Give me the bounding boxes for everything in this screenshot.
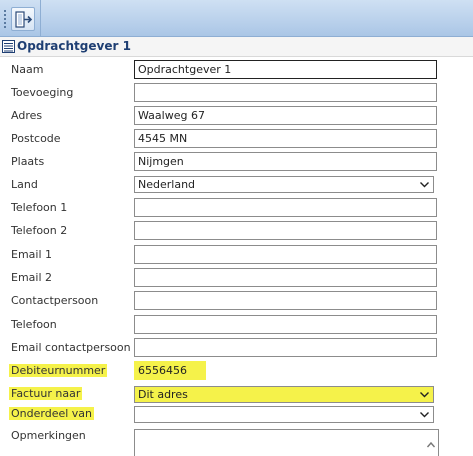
debiteurnummer-label: Debiteurnummer [9,364,108,377]
plaats-input[interactable]: Nijmgen [134,152,437,171]
adres-input[interactable]: Waalweg 67 [134,106,437,125]
page-title: Opdrachtgever 1 [17,39,131,53]
plaats-label: Plaats [11,155,45,168]
telefoon1-input[interactable] [134,198,437,217]
email1-label: Email 1 [11,248,53,261]
chevron-down-icon [420,392,429,398]
form-header: Opdrachtgever 1 [0,37,473,57]
form: Naam Opdrachtgever 1 Toevoeging Adres Wa… [0,57,473,456]
land-select[interactable]: Nederland [134,176,434,193]
email-contactpersoon-label: Email contactpersoon [11,341,131,354]
naam-input[interactable]: Opdrachtgever 1 [134,60,437,79]
exit-door-icon [15,11,33,28]
onderdeel-van-label: Onderdeel van [9,407,95,420]
adres-label: Adres [11,109,43,122]
chevron-down-icon [420,412,429,418]
naam-label: Naam [11,63,44,76]
chevron-up-icon[interactable] [426,440,436,450]
toolbar [0,0,473,37]
factuur-naar-select-value: Dit adres [138,388,188,401]
telefoon2-label: Telefoon 2 [11,224,68,237]
opmerkingen-textarea[interactable] [134,429,439,456]
telefoon2-input[interactable] [134,221,437,240]
toolbar-separator [40,0,41,37]
telefoon-input[interactable] [134,315,437,334]
exit-button[interactable] [11,7,35,31]
factuur-naar-select[interactable]: Dit adres [134,386,434,403]
land-select-value: Nederland [138,178,196,191]
debiteurnummer-input[interactable]: 6556456 [134,361,206,380]
postcode-input[interactable]: 4545 MN [134,129,437,148]
email2-input[interactable] [134,268,437,287]
toevoeging-input[interactable] [134,83,437,102]
telefoon-label: Telefoon [11,318,57,331]
toevoeging-label: Toevoeging [11,86,74,99]
opmerkingen-label: Opmerkingen [11,429,86,442]
toolbar-grip[interactable] [4,10,6,28]
telefoon1-label: Telefoon 1 [11,201,68,214]
land-label: Land [11,178,38,191]
postcode-label: Postcode [11,132,61,145]
form-icon [2,40,15,53]
factuur-naar-label: Factuur naar [9,387,83,400]
chevron-down-icon [420,182,429,188]
email1-input[interactable] [134,245,437,264]
onderdeel-van-select[interactable] [134,406,434,423]
email2-label: Email 2 [11,271,53,284]
email-contactpersoon-input[interactable] [134,338,437,357]
contactpersoon-input[interactable] [134,291,437,310]
contactpersoon-label: Contactpersoon [11,294,99,307]
